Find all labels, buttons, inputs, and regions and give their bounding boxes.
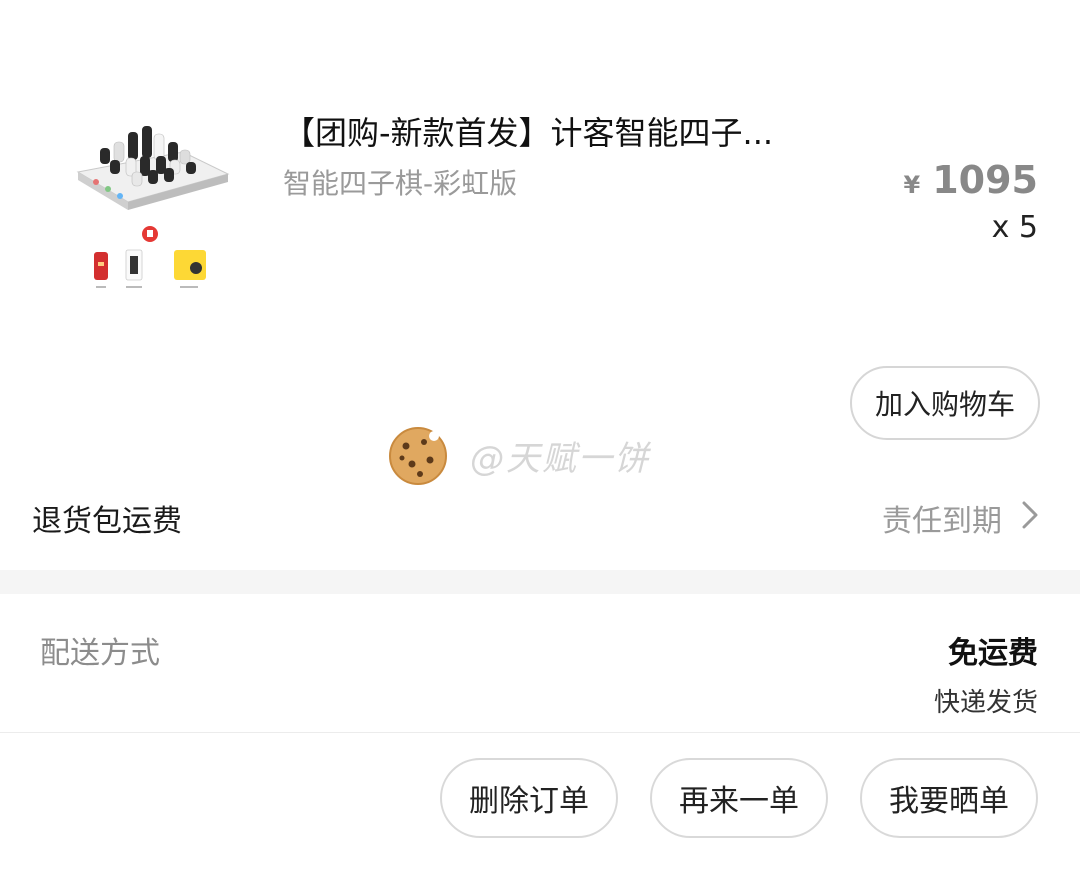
board-game-icon bbox=[76, 126, 230, 288]
return-shipping-status: 责任到期 bbox=[882, 504, 1002, 539]
order-detail-page: 【团购-新款首发】计客智能四子... 智能四子棋-彩虹版 ¥ 1095 x 5 … bbox=[0, 0, 1080, 870]
return-shipping-label: 退货包运费 bbox=[32, 504, 182, 539]
order-actions: 删除订单 再来一单 我要晒单 bbox=[0, 758, 1080, 838]
product-card: 【团购-新款首发】计客智能四子... 智能四子棋-彩虹版 ¥ 1095 x 5 … bbox=[0, 0, 1080, 470]
reorder-button[interactable]: 再来一单 bbox=[650, 758, 828, 838]
delivery-method: 快递发货 bbox=[933, 688, 1038, 718]
chevron-right-icon bbox=[1020, 500, 1040, 534]
price-value: 1095 bbox=[932, 158, 1038, 202]
product-title[interactable]: 【团购-新款首发】计客智能四子... bbox=[283, 108, 843, 154]
return-shipping-row[interactable]: 退货包运费 责任到期 bbox=[0, 474, 1080, 556]
delete-order-button[interactable]: 删除订单 bbox=[440, 758, 618, 838]
currency-symbol: ¥ bbox=[903, 171, 921, 199]
watermark-text: @天赋一饼 bbox=[470, 438, 650, 479]
delivery-fee: 免运费 bbox=[948, 636, 1038, 671]
delivery-section: 配送方式 免运费 快递发货 bbox=[0, 594, 1080, 734]
divider-line bbox=[0, 732, 1080, 733]
product-quantity: x 5 bbox=[991, 210, 1038, 245]
delivery-label: 配送方式 bbox=[40, 636, 160, 671]
share-review-button[interactable]: 我要晒单 bbox=[860, 758, 1038, 838]
product-variant: 智能四子棋-彩虹版 bbox=[283, 167, 518, 200]
add-to-cart-button[interactable]: 加入购物车 bbox=[850, 366, 1040, 440]
product-price: ¥ 1095 bbox=[904, 158, 1038, 202]
section-divider bbox=[0, 570, 1080, 594]
product-thumbnail[interactable] bbox=[68, 112, 238, 302]
